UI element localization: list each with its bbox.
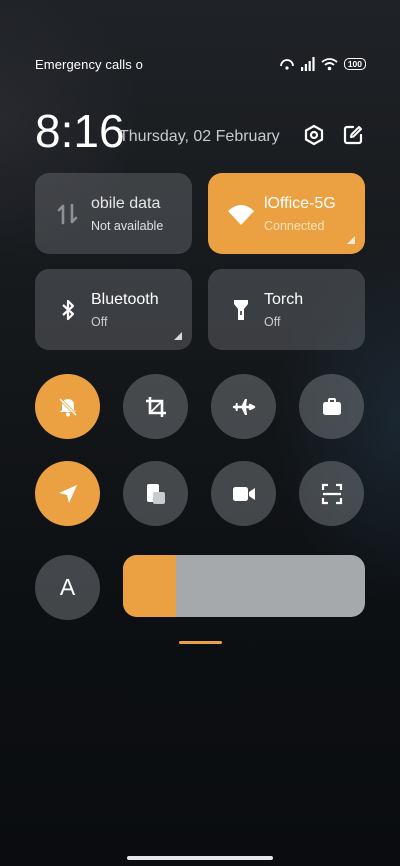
overlay-icon (146, 483, 165, 504)
location-icon (58, 484, 77, 503)
tile-title: Torch (264, 291, 304, 308)
toggle-location[interactable] (35, 461, 100, 526)
crop-icon (145, 396, 166, 417)
clock-time: 8:16 (35, 105, 125, 157)
header-row: 8:16 Thursday, 02 February (35, 104, 365, 157)
signal-icon (300, 57, 315, 71)
gesture-bar[interactable] (127, 856, 273, 860)
hotspot-icon (279, 59, 294, 70)
tile-title: lOffice-5G (264, 195, 336, 212)
settings-icon[interactable] (303, 124, 325, 146)
toggle-scanner[interactable] (299, 461, 364, 526)
tile-mobile-data[interactable]: obile data Not available (35, 173, 192, 254)
expand-corner-icon[interactable] (347, 236, 355, 244)
tile-subtitle: Off (91, 315, 108, 329)
briefcase-icon (322, 397, 341, 415)
auto-brightness-label: A (59, 574, 76, 600)
scan-icon (321, 483, 342, 504)
tile-title: obile data (91, 195, 161, 212)
bell-off-icon (58, 397, 77, 416)
tile-title: Bluetooth (91, 291, 159, 308)
toggle-float-window[interactable] (123, 461, 188, 526)
airplane-icon (232, 398, 255, 415)
tile-subtitle: Not available (91, 219, 164, 233)
auto-brightness-button[interactable]: A (35, 555, 100, 620)
brightness-slider[interactable] (123, 555, 365, 617)
wifi-icon (228, 205, 254, 225)
toggle-screenshot[interactable] (123, 374, 188, 439)
tile-wifi[interactable]: lOffice-5G Connected (208, 173, 365, 254)
status-icons: 100 (279, 57, 366, 71)
tile-subtitle: Off (264, 315, 281, 329)
mobile-data-icon (57, 203, 78, 225)
brightness-fill (123, 555, 177, 617)
edit-icon[interactable] (342, 124, 364, 146)
tile-subtitle: Connected (264, 219, 325, 233)
torch-icon (234, 300, 248, 320)
status-bar: Emergency calls o 100 (35, 56, 366, 72)
wifi-status-icon (321, 58, 338, 71)
toggle-screen-recorder[interactable] (211, 461, 276, 526)
toggle-silent[interactable] (35, 374, 100, 439)
video-camera-icon (232, 486, 255, 501)
clock-date: Thursday, 02 February (119, 128, 280, 145)
battery-indicator: 100 (343, 58, 366, 70)
carrier-status-text: Emergency calls o (35, 56, 143, 72)
toggle-airplane[interactable] (211, 374, 276, 439)
tile-torch[interactable]: Torch Off (208, 269, 365, 350)
expand-corner-icon[interactable] (174, 332, 182, 340)
tile-bluetooth[interactable]: Bluetooth Off (35, 269, 192, 350)
toggle-work[interactable] (299, 374, 364, 439)
bluetooth-icon (62, 299, 75, 321)
panel-handle[interactable] (179, 641, 222, 644)
